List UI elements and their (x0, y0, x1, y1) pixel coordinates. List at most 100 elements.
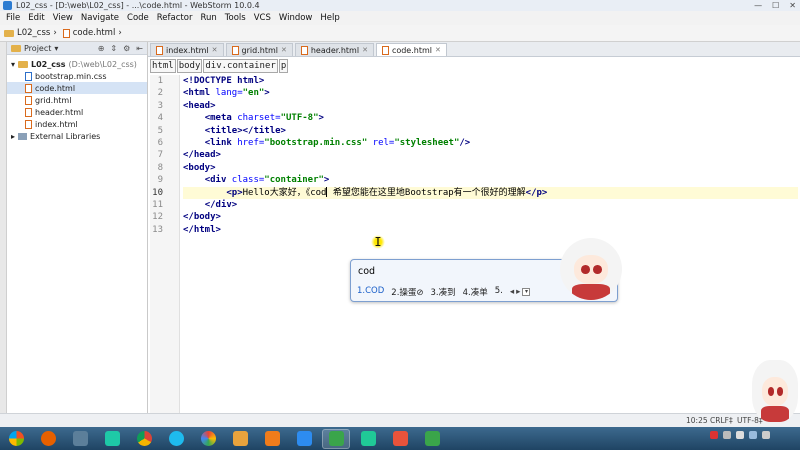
crumb-div-container[interactable]: div.container (203, 59, 278, 73)
line-number: 5 (157, 125, 163, 136)
menu-code[interactable]: Code (123, 13, 153, 23)
menu-run[interactable]: Run (196, 13, 220, 23)
windows-start-icon[interactable] (2, 429, 30, 449)
ime-candidate[interactable]: 2.操蛋⊘ (391, 286, 423, 298)
close-tab-icon[interactable]: ✕ (435, 46, 441, 54)
nav-file-crumb[interactable]: code.html › (62, 28, 122, 38)
tree-external-libraries[interactable]: ▸ External Libraries (7, 130, 147, 142)
menu-help[interactable]: Help (316, 13, 343, 23)
code-editor[interactable]: <!DOCTYPE html> <html lang="en"> <head> … (183, 75, 798, 427)
code-line[interactable]: <title></title> (183, 125, 798, 137)
tray-icon[interactable] (710, 431, 718, 439)
menu-file[interactable]: File (2, 13, 24, 23)
menu-view[interactable]: View (49, 13, 77, 23)
sync-icon[interactable]: ⊕ (98, 44, 105, 53)
tool-window-strip[interactable] (0, 42, 7, 427)
code-line[interactable]: </body> (183, 211, 798, 223)
feather-icon[interactable] (226, 429, 254, 449)
ie-icon[interactable] (162, 429, 190, 449)
blue-app-icon[interactable] (290, 429, 318, 449)
code-line[interactable]: </html> (183, 224, 798, 236)
code-text: <title></title> (204, 125, 286, 136)
crumb-p[interactable]: p (278, 59, 289, 73)
ime-candidate[interactable]: 4.凑单 (463, 286, 488, 298)
code-line[interactable]: </div> (183, 199, 798, 211)
line-ending[interactable]: CRLF‡ (710, 416, 733, 425)
code-text: 希望您能在这里地Bootstrap有一个很好的理解 (327, 187, 526, 198)
html-file-icon (300, 45, 308, 55)
close-tab-icon[interactable]: ✕ (281, 46, 287, 54)
line-number: 7 (157, 150, 163, 161)
code-text: <link (204, 137, 238, 148)
minimize-icon[interactable]: — (754, 1, 762, 10)
close-tab-icon[interactable]: ✕ (212, 46, 218, 54)
menu-edit[interactable]: Edit (24, 13, 48, 23)
maximize-icon[interactable]: ☐ (772, 1, 779, 10)
code-text: <body> (183, 162, 216, 173)
tab-index[interactable]: index.html ✕ (150, 43, 224, 56)
code-text: /> (459, 137, 471, 148)
menu-navigate[interactable]: Navigate (77, 13, 123, 23)
ime-candidate[interactable]: 5. (495, 286, 503, 298)
slides-icon[interactable] (386, 429, 414, 449)
tray-icon[interactable] (723, 431, 731, 439)
tab-header[interactable]: header.html ✕ (294, 43, 374, 56)
caret-position[interactable]: 10:25 (686, 416, 708, 425)
ime-candidate[interactable]: 3.凑到 (431, 286, 456, 298)
menu-refactor[interactable]: Refactor (153, 13, 197, 23)
gear-icon[interactable]: ⚙ (123, 44, 130, 53)
tree-file[interactable]: bootstrap.min.css (7, 70, 147, 82)
code-line[interactable]: <html lang="en"> (183, 87, 798, 99)
code-line[interactable]: <head> (183, 100, 798, 112)
tab-code[interactable]: code.html ✕ (375, 43, 447, 56)
tree-file[interactable]: header.html (7, 106, 147, 118)
tree-root[interactable]: ▾ L02_css (D:\web\L02_css) (7, 58, 147, 70)
code-line[interactable]: <!DOCTYPE html> (183, 75, 798, 87)
hide-icon[interactable]: ⇤ (136, 44, 143, 53)
expand-icon[interactable]: ▸ (11, 132, 15, 141)
webstorm-icon[interactable] (98, 429, 126, 449)
dropdown-icon[interactable]: ▾ (54, 44, 58, 53)
picasa-icon[interactable] (194, 429, 222, 449)
camtasia2-icon[interactable] (418, 429, 446, 449)
app-icon[interactable] (66, 429, 94, 449)
webstorm2-icon[interactable] (354, 429, 382, 449)
tray-icon[interactable] (749, 431, 757, 439)
camtasia-icon[interactable] (322, 428, 350, 449)
menu-vcs[interactable]: VCS (250, 13, 275, 23)
code-line-current[interactable]: <p>Hello大家好，《cod 希望您能在这里地Bootstrap有一个很好的… (183, 186, 798, 199)
tray-icon[interactable] (762, 431, 770, 439)
code-text: "container" (264, 175, 324, 186)
nav-project-crumb[interactable]: L02_css › (4, 28, 57, 38)
ime-candidate[interactable]: 1.COD (357, 286, 384, 298)
media-icon[interactable] (258, 429, 286, 449)
code-line[interactable]: <div class="container"> (183, 174, 798, 186)
system-tray (710, 431, 770, 439)
menu-window[interactable]: Window (275, 13, 317, 23)
tree-file[interactable]: code.html (7, 82, 147, 94)
tab-grid[interactable]: grid.html ✕ (225, 43, 293, 56)
code-line[interactable]: <link href="bootstrap.min.css" rel="styl… (183, 137, 798, 149)
tree-file[interactable]: grid.html (7, 94, 147, 106)
code-line[interactable]: </head> (183, 149, 798, 161)
project-panel-title[interactable]: Project (24, 44, 51, 53)
html-file-icon (25, 83, 32, 93)
page-prev-icon[interactable]: ◂ (510, 287, 514, 297)
collapse-icon[interactable]: ⇕ (110, 44, 117, 53)
chrome-icon[interactable] (130, 429, 158, 449)
crumb-body[interactable]: body (176, 59, 203, 73)
close-tab-icon[interactable]: ✕ (362, 46, 368, 54)
menu-icon[interactable]: ▾ (522, 288, 531, 296)
page-next-icon[interactable]: ▸ (516, 287, 520, 297)
tray-icon[interactable] (736, 431, 744, 439)
code-line[interactable]: <meta charset="UTF-8"> (183, 112, 798, 124)
code-line[interactable]: <body> (183, 162, 798, 174)
window-controls: — ☐ ✕ (754, 1, 796, 10)
firefox-icon[interactable] (34, 429, 62, 449)
expand-icon[interactable]: ▾ (11, 60, 15, 69)
crumb-html[interactable]: html (150, 59, 176, 73)
menu-tools[interactable]: Tools (221, 13, 250, 23)
tree-file[interactable]: index.html (7, 118, 147, 130)
code-text: <!DOCTYPE html> (183, 76, 265, 86)
close-icon[interactable]: ✕ (789, 1, 796, 10)
